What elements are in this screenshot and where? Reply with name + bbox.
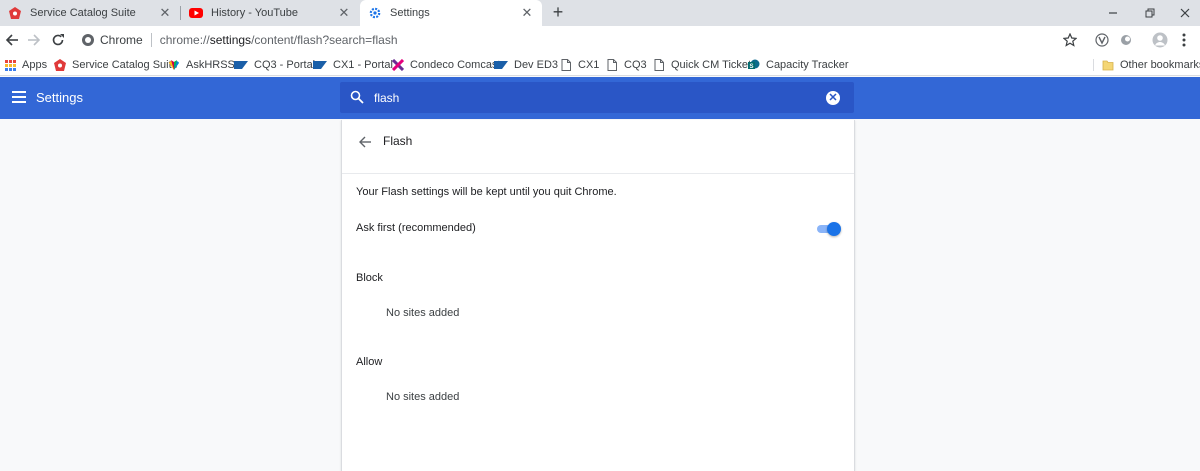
search-icon: [350, 90, 364, 107]
bookmark-star-icon[interactable]: [1060, 30, 1080, 50]
flash-settings-note: Your Flash settings will be kept until y…: [356, 186, 617, 198]
bookmark-label: CX1 - Portal: [333, 59, 393, 71]
bookmark-cx1[interactable]: CX1: [560, 57, 599, 73]
tab-title: Settings: [390, 7, 430, 19]
gear-icon: [368, 6, 382, 20]
settings-title: Settings: [36, 90, 83, 105]
clear-search-icon[interactable]: ✕: [826, 91, 840, 105]
bookmark-quick-cm-ticket[interactable]: Quick CM Ticket: [653, 57, 751, 73]
bookmark-label: CQ3: [624, 59, 647, 71]
back-arrow-icon[interactable]: [356, 133, 374, 151]
bookmark-dev-ed3[interactable]: Dev ED3: [494, 57, 558, 73]
address-bar[interactable]: Chrome chrome://settings/content/flash?s…: [76, 28, 1088, 52]
peacock-icon: [168, 59, 180, 71]
bookmark-label: Other bookmarks: [1120, 59, 1200, 71]
apps-grid-icon: [4, 59, 16, 71]
card-header: Flash: [342, 120, 854, 174]
folder-icon: [1102, 59, 1114, 71]
forward-button[interactable]: [24, 30, 44, 50]
chrome-icon: [82, 34, 94, 46]
tab-service-catalog[interactable]: Service Catalog Suite ✕: [0, 0, 180, 26]
service-catalog-icon: [8, 6, 22, 20]
reload-button[interactable]: [48, 30, 68, 50]
page-title: Flash: [383, 134, 413, 148]
bookmark-apps[interactable]: Apps: [4, 57, 47, 73]
bookmark-cq3-portal[interactable]: CQ3 - Portal: [234, 57, 315, 73]
settings-search[interactable]: ✕: [340, 82, 854, 113]
bookmark-condeco[interactable]: Condeco Comcast: [392, 57, 501, 73]
bookmark-label: Service Catalog Suite: [72, 59, 178, 71]
bookmarks-bar: Apps Service Catalog Suite AskHRSS CQ3 -…: [0, 54, 1200, 76]
svg-text:S: S: [749, 64, 753, 70]
bookmark-label: AskHRSS: [186, 59, 235, 71]
tab-strip: Service Catalog Suite ✕ History - YouTub…: [0, 0, 1200, 26]
bookmark-label: Dev ED3: [514, 59, 559, 71]
flash-settings-card: Flash Your Flash settings will be kept u…: [341, 120, 855, 471]
bookmark-label: CQ3 - Portal: [254, 59, 316, 71]
page-icon: [653, 59, 665, 71]
close-tab-icon[interactable]: ✕: [520, 5, 534, 21]
extension-v-icon[interactable]: [1092, 30, 1112, 50]
chrome-secure-chip[interactable]: Chrome: [76, 33, 152, 47]
allow-section-title: Allow: [356, 356, 383, 368]
sap-icon: [313, 59, 327, 71]
bookmark-label: Capacity Tracker: [766, 59, 849, 71]
bookmark-capacity-tracker[interactable]: S Capacity Tracker: [748, 57, 849, 73]
url-text[interactable]: chrome://settings/content/flash?search=f…: [152, 33, 398, 47]
settings-header: Settings ✕: [0, 77, 1200, 119]
bookmark-askhrss[interactable]: AskHRSS: [168, 57, 235, 73]
page-icon: [560, 59, 572, 71]
tab-settings[interactable]: Settings ✕: [360, 0, 542, 26]
youtube-icon: [189, 6, 203, 20]
toggle-knob: [827, 222, 841, 236]
condeco-icon: [392, 59, 404, 71]
bookmark-label: Apps: [22, 59, 48, 71]
new-tab-button[interactable]: +: [548, 3, 568, 23]
chip-label: Chrome: [100, 33, 143, 47]
url-host: settings: [209, 33, 252, 47]
tab-youtube-history[interactable]: History - YouTube ✕: [181, 0, 359, 26]
ask-first-toggle[interactable]: [817, 222, 841, 236]
minimize-icon[interactable]: [1094, 0, 1132, 26]
browser-toolbar: Chrome chrome://settings/content/flash?s…: [0, 26, 1200, 54]
tab-title: History - YouTube: [211, 7, 299, 19]
bookmark-label: Condeco Comcast: [410, 59, 501, 71]
bookmark-cq3[interactable]: CQ3: [606, 57, 647, 73]
bookmark-cx1-portal[interactable]: CX1 - Portal: [313, 57, 393, 73]
back-button[interactable]: [2, 30, 22, 50]
url-path: /content/flash?search=flash: [251, 33, 398, 47]
url-scheme: chrome://: [159, 33, 210, 47]
profile-avatar-icon[interactable]: [1150, 30, 1170, 50]
more-menu-icon[interactable]: [1174, 30, 1194, 50]
page-icon: [606, 59, 618, 71]
tab-title: Service Catalog Suite: [30, 7, 136, 19]
sharepoint-icon: S: [748, 59, 760, 71]
bookmark-service-catalog[interactable]: Service Catalog Suite: [54, 57, 178, 73]
bookmark-label: Quick CM Ticket: [671, 59, 752, 71]
other-bookmarks-folder[interactable]: Other bookmarks: [1102, 57, 1200, 73]
search-input[interactable]: [374, 89, 814, 107]
block-empty-message: No sites added: [386, 307, 460, 319]
close-window-icon[interactable]: [1166, 0, 1200, 26]
extension-circle-icon[interactable]: [1116, 30, 1136, 50]
close-tab-icon[interactable]: ✕: [158, 5, 172, 21]
hamburger-menu-icon[interactable]: [12, 91, 26, 103]
ask-first-label: Ask first (recommended): [356, 222, 476, 234]
bookmark-label: CX1: [578, 59, 600, 71]
close-tab-icon[interactable]: ✕: [337, 5, 351, 21]
allow-empty-message: No sites added: [386, 391, 460, 403]
sap-icon: [234, 59, 248, 71]
service-catalog-icon: [54, 59, 66, 71]
restore-icon[interactable]: [1131, 0, 1169, 26]
sap-icon: [494, 59, 508, 71]
block-section-title: Block: [356, 272, 383, 284]
